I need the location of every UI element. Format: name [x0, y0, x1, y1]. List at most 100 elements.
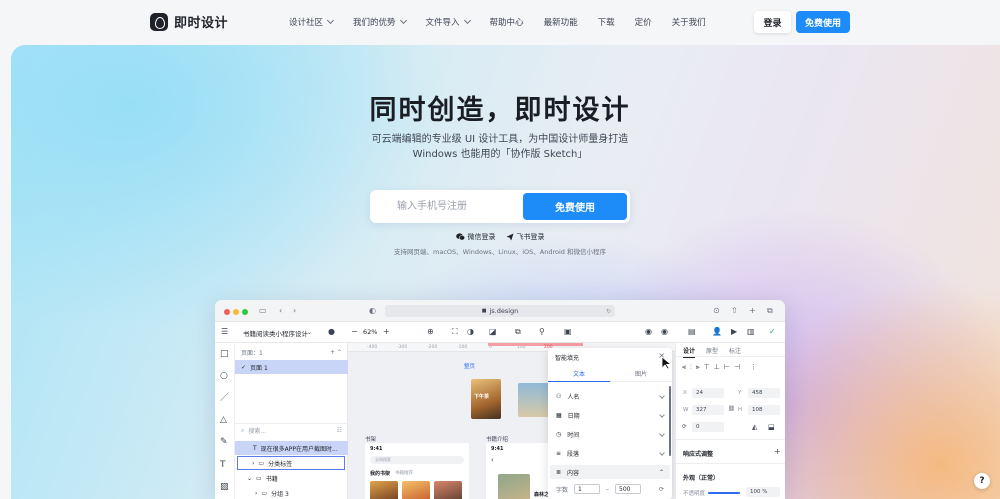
component-icon[interactable]: ⧉ [515, 327, 521, 337]
fill-option-date[interactable]: ▦ 日期 [556, 408, 665, 422]
opacity-slider[interactable] [708, 492, 740, 494]
panel-title: 智能填充 [555, 355, 580, 362]
fill-option-content[interactable]: ≣ 内容 ⌃ [550, 465, 670, 479]
chevron-down-icon[interactable]: ⌄ [307, 328, 312, 338]
address-bar[interactable]: ■ js.design ↻ [385, 305, 615, 317]
tab-text[interactable]: 文本 [548, 368, 610, 382]
nav-item-help[interactable]: 帮助中心 [490, 16, 524, 28]
book-cover-thumbnail[interactable] [518, 383, 552, 417]
layer-search[interactable]: ⌕ 搜索... ☷ [235, 423, 348, 437]
ellipse-tool-icon[interactable]: ○ [220, 371, 228, 381]
panel-scrollbar[interactable] [669, 386, 671, 456]
maximize-window-dot[interactable] [242, 309, 248, 315]
nav-item-community[interactable]: 设计社区 [289, 16, 335, 28]
line-tool-icon[interactable]: ／ [220, 393, 229, 403]
flip-horizontal-icon[interactable]: ◭ [752, 423, 757, 431]
layer-row[interactable]: T 现在很多APP在用户截图时... [235, 441, 348, 455]
crop-icon[interactable]: ▣ [564, 327, 572, 337]
nav-item-pricing[interactable]: 定价 [635, 16, 652, 28]
fill-option-paragraph[interactable]: ≡ 段落 [556, 446, 665, 460]
book-cover-thumbnail[interactable]: 下午茶 [471, 379, 501, 419]
feishu-login-link[interactable]: 飞书登录 [506, 232, 545, 242]
phone-input[interactable] [370, 190, 522, 223]
x-input[interactable]: 24 [692, 388, 724, 398]
frame-tag[interactable]: 整页 [464, 362, 475, 370]
tab-image[interactable]: 图片 [610, 368, 672, 382]
fill-option-time[interactable]: ◷ 时间 [556, 427, 665, 441]
rotation-input[interactable]: 0 [692, 422, 724, 432]
phone-frame-bookshelf[interactable]: 9:41 全网搜索 我的书架 书籍推荐 [365, 443, 469, 499]
help-button[interactable]: ? [974, 473, 990, 489]
opacity-input[interactable]: 100 % [746, 487, 780, 497]
minimize-window-dot[interactable] [233, 309, 239, 315]
wechat-login-link[interactable]: 微信登录 [455, 232, 496, 242]
target-icon[interactable]: ⊕ [427, 327, 434, 337]
new-tab-icon[interactable]: + [749, 306, 756, 316]
word-count-min-input[interactable]: 1 [574, 484, 601, 494]
brand-logo[interactable]: 即时设计 [150, 12, 228, 31]
library-icon[interactable]: ▤ [688, 327, 696, 337]
nav-item-import[interactable]: 文件导入 [426, 16, 471, 28]
mask-icon[interactable]: ◑ [467, 327, 474, 337]
nav-item-new-features[interactable]: 最新功能 [544, 16, 578, 28]
fill-option-name[interactable]: ⚇ 人名 [556, 389, 665, 403]
rectangle-tool-icon[interactable]: □ [220, 349, 229, 359]
tab-prototype[interactable]: 原型 [706, 346, 718, 355]
zoom-out-icon[interactable]: − [351, 327, 358, 337]
tab-annotate[interactable]: 标注 [729, 346, 741, 355]
page-item-label: 页面 1 [250, 364, 268, 372]
theme-icon[interactable]: ● [328, 327, 335, 337]
signup-free-button[interactable]: 免费使用 [523, 193, 627, 220]
refresh-icon[interactable]: ⟳ [659, 486, 664, 493]
tabs-overview-icon[interactable]: ⧉ [767, 306, 773, 316]
reload-icon[interactable]: ↻ [606, 308, 611, 315]
tab-design[interactable]: 设计 [683, 346, 696, 358]
frame-icon[interactable]: ⛶ [452, 327, 458, 337]
avatar[interactable]: ◉ [661, 327, 668, 337]
nav-item-label: 设计社区 [289, 18, 324, 28]
pen-tool-icon[interactable]: ✎ [220, 437, 228, 447]
sidebar-toggle-icon[interactable]: ▭ [259, 306, 267, 316]
layer-row[interactable]: ⌄ ▭ 书籍 [235, 471, 348, 485]
file-name[interactable]: 书籍阅读类小程序设计 [243, 328, 308, 338]
lock-ratio-icon[interactable]: ⛓ [728, 406, 735, 412]
free-use-button[interactable]: 免费使用 [796, 11, 850, 33]
back-icon[interactable]: ‹ [279, 306, 282, 316]
present-icon[interactable]: ▥ [747, 327, 755, 337]
layer-row[interactable]: › ▭ 分类标签 [237, 456, 345, 470]
link-icon[interactable]: ⚲ [539, 327, 545, 337]
download-icon[interactable]: ⊙ [713, 306, 720, 316]
text-tool-icon[interactable]: T [220, 460, 226, 470]
zoom-in-icon[interactable]: + [383, 327, 390, 337]
y-input[interactable]: 458 [748, 388, 780, 398]
fill-option-label: 时间 [567, 431, 580, 439]
filter-icon[interactable]: ☷ [337, 427, 342, 434]
avatar[interactable]: ◉ [645, 327, 652, 337]
page-item[interactable]: ✓ 页面 1 [235, 360, 348, 374]
polygon-tool-icon[interactable]: △ [220, 415, 227, 425]
word-count-max-input[interactable]: 500 [615, 484, 642, 494]
nav-item-download[interactable]: 下载 [598, 16, 615, 28]
play-icon[interactable]: ▶ [731, 327, 737, 337]
zoom-level[interactable]: 62% [363, 328, 377, 336]
menu-icon[interactable]: ☰ [221, 327, 228, 337]
forward-icon[interactable]: › [293, 306, 296, 316]
book-cover-thumbnail [370, 481, 398, 499]
users-icon[interactable]: 👤 [712, 327, 722, 337]
width-input[interactable]: 327 [692, 405, 724, 415]
nav-item-advantages[interactable]: 我们的优势 [353, 16, 407, 28]
share-icon[interactable]: ⇧ [731, 306, 738, 316]
add-constraint-icon[interactable]: + [774, 447, 781, 456]
close-window-dot[interactable] [224, 309, 230, 315]
appearance-section-title[interactable]: 外观（正常） [683, 473, 719, 482]
layer-label: 书籍 [265, 475, 278, 483]
boolean-icon[interactable]: ◪ [489, 327, 497, 337]
align-toolbar[interactable]: ⫷⫶⫸⊤⊥⊢⊣ ⋮ [682, 363, 761, 372]
layer-row[interactable]: › ▭ 分组 3 [235, 486, 348, 499]
flip-vertical-icon[interactable]: ⬓ [768, 423, 775, 431]
nav-item-about[interactable]: 关于我们 [672, 16, 706, 28]
add-page-icon[interactable]: + ⌃ [330, 349, 342, 356]
image-tool-icon[interactable]: ▨ [220, 482, 229, 492]
height-input[interactable]: 108 [748, 405, 780, 415]
login-button[interactable]: 登录 [754, 11, 791, 33]
